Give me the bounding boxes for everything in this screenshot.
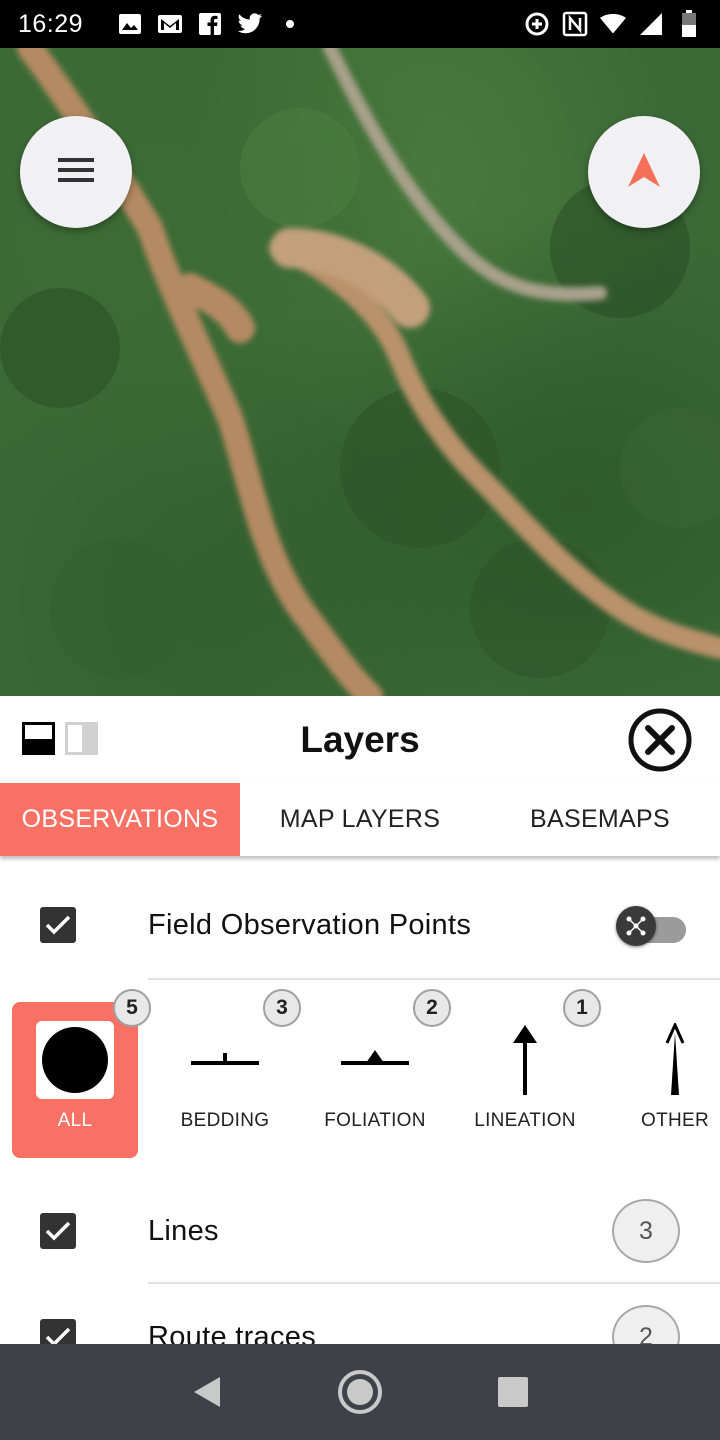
route-traces-count: 2 [612, 1305, 680, 1344]
my-location-button[interactable] [588, 116, 700, 228]
satellite-map[interactable] [0, 48, 720, 696]
field-points-toggle[interactable] [616, 906, 688, 946]
checkmark-icon [45, 915, 71, 935]
hamburger-menu-icon [56, 156, 96, 189]
symbol-count-badge: 5 [113, 989, 151, 1027]
lines-count: 3 [612, 1199, 680, 1263]
route-traces-checkbox[interactable] [40, 1319, 76, 1344]
checkmark-icon [45, 1327, 71, 1344]
twitter-icon [237, 11, 263, 37]
lines-label: Lines [148, 1214, 219, 1247]
recents-icon[interactable] [489, 1368, 537, 1416]
symbol-other[interactable]: OTHER [612, 1002, 720, 1158]
field-points-label: Field Observation Points [148, 908, 472, 941]
symbol-count-badge: 2 [413, 989, 451, 1027]
symbol-label: OTHER [641, 1110, 709, 1131]
bottom-panel-layout-icon[interactable] [22, 722, 55, 755]
layers-tabs: OBSERVATIONS MAP LAYERS BASEMAPS [0, 783, 720, 856]
bedding-symbol-icon [162, 1020, 288, 1100]
symbol-count-badge: 3 [263, 989, 301, 1027]
image-icon [117, 11, 143, 37]
signal-icon [638, 11, 664, 37]
menu-button[interactable] [20, 116, 132, 228]
battery-icon [676, 10, 702, 37]
cluster-icon [616, 906, 656, 946]
field-points-checkbox[interactable] [40, 907, 76, 943]
field-observation-points-row: Field Observation Points [0, 870, 720, 980]
data-saver-icon [524, 11, 550, 37]
route-traces-label: Route traces [148, 1320, 317, 1345]
home-icon[interactable] [336, 1368, 384, 1416]
symbol-bedding[interactable]: 3 BEDDING [162, 989, 301, 1158]
status-bar: 16:29 [0, 0, 720, 48]
other-symbol-icon [612, 1020, 720, 1100]
checkmark-icon [45, 1221, 71, 1241]
back-icon[interactable] [183, 1368, 231, 1416]
gmail-icon [157, 11, 183, 37]
symbol-label: FOLIATION [324, 1110, 426, 1131]
foliation-symbol-icon [312, 1020, 438, 1100]
system-nav-bar [0, 1344, 720, 1440]
facebook-icon [197, 11, 223, 37]
point-icon [42, 1027, 108, 1093]
symbol-foliation[interactable]: 2 FOLIATION [312, 989, 451, 1158]
layers-panel: Layers OBSERVATIONS MAP LAYERS BASEMAPS … [0, 696, 720, 1344]
status-time: 16:29 [18, 9, 84, 38]
symbol-count-badge: 1 [563, 989, 601, 1027]
layout-toggles [22, 722, 98, 755]
wifi-icon [600, 11, 626, 37]
lineation-symbol-icon [462, 1020, 588, 1100]
tab-map-layers[interactable]: MAP LAYERS [240, 783, 480, 856]
tab-observations[interactable]: OBSERVATIONS [0, 783, 240, 856]
point-icon-box [36, 1021, 114, 1099]
side-panel-layout-icon[interactable] [65, 722, 98, 755]
symbol-filter-list: 5 ALL 3 BEDDING 2 FOLIATION 1 LINEATION [0, 980, 720, 1178]
symbol-lineation[interactable]: 1 LINEATION [462, 989, 601, 1158]
symbol-all[interactable]: 5 ALL [12, 989, 151, 1158]
route-traces-row: Route traces 2 [0, 1284, 720, 1344]
navigation-arrow-icon [627, 152, 661, 193]
tab-basemaps[interactable]: BASEMAPS [480, 783, 720, 856]
panel-header: Layers [0, 696, 720, 783]
symbol-label: BEDDING [180, 1110, 270, 1131]
symbol-label: LINEATION [474, 1110, 576, 1131]
lines-checkbox[interactable] [40, 1213, 76, 1249]
dot-icon [277, 11, 303, 37]
nfc-icon [562, 11, 588, 37]
symbol-label: ALL [57, 1110, 93, 1131]
panel-title: Layers [300, 718, 420, 760]
lines-row: Lines 3 [0, 1178, 720, 1284]
close-icon[interactable] [628, 708, 692, 772]
